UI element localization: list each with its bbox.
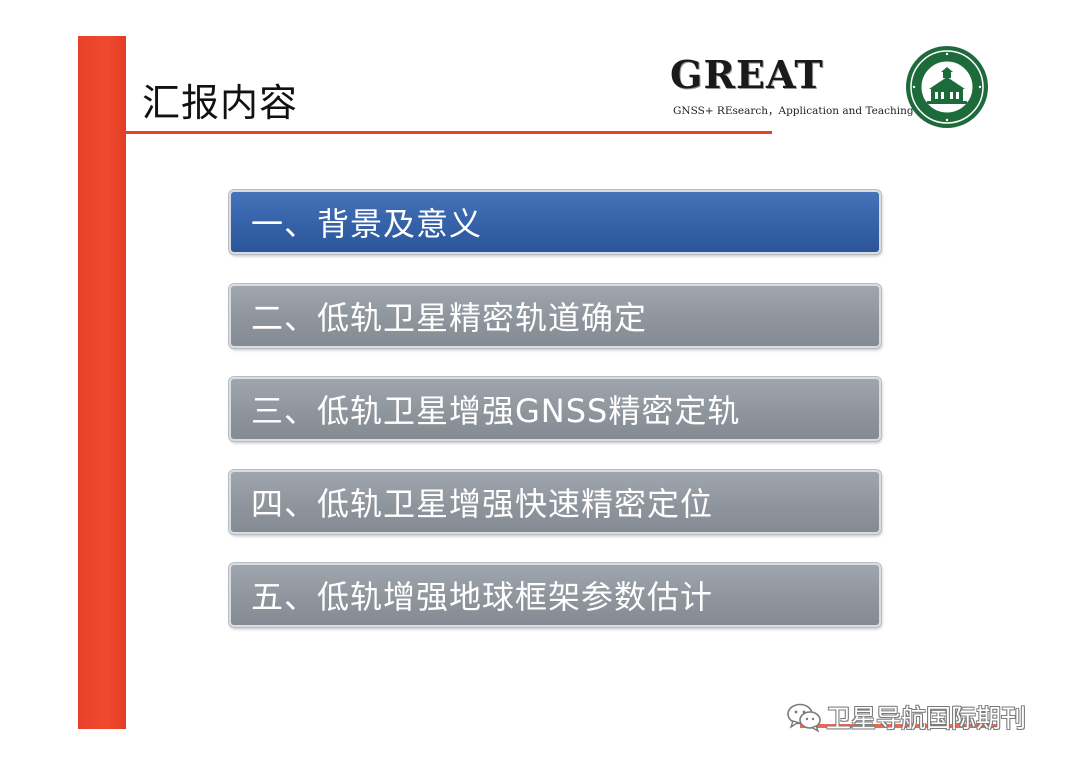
menu-item-leo-augmented-rapid-ppp: 四、低轨卫星增强快速精密定位 bbox=[229, 470, 881, 534]
great-logo-wordmark: GREAT bbox=[670, 52, 824, 97]
menu-item-leo-earth-frame-parameters: 五、低轨增强地球框架参数估计 bbox=[229, 563, 881, 627]
menu-item-leo-orbit-determination: 二、低轨卫星精密轨道确定 bbox=[229, 284, 881, 348]
menu-item-background: 一、背景及意义 bbox=[229, 190, 881, 254]
university-seal-icon bbox=[906, 46, 988, 128]
slide: 汇报内容 GREAT GNSS+ REsearch，Application an… bbox=[0, 0, 1080, 764]
slide-title: 汇报内容 bbox=[142, 81, 299, 125]
watermark: 卫星导航国际期刊 bbox=[786, 699, 1026, 735]
wechat-icon bbox=[787, 703, 821, 732]
watermark-text: 卫星导航国际期刊 bbox=[826, 704, 1027, 733]
menu-item-leo-augmented-gnss-orbit: 三、低轨卫星增强GNSS精密定轨 bbox=[229, 377, 881, 441]
great-logo-tagline: GNSS+ REsearch，Application and Teaching bbox=[673, 105, 914, 117]
title-underline bbox=[126, 131, 772, 134]
left-accent-bar bbox=[78, 36, 126, 729]
